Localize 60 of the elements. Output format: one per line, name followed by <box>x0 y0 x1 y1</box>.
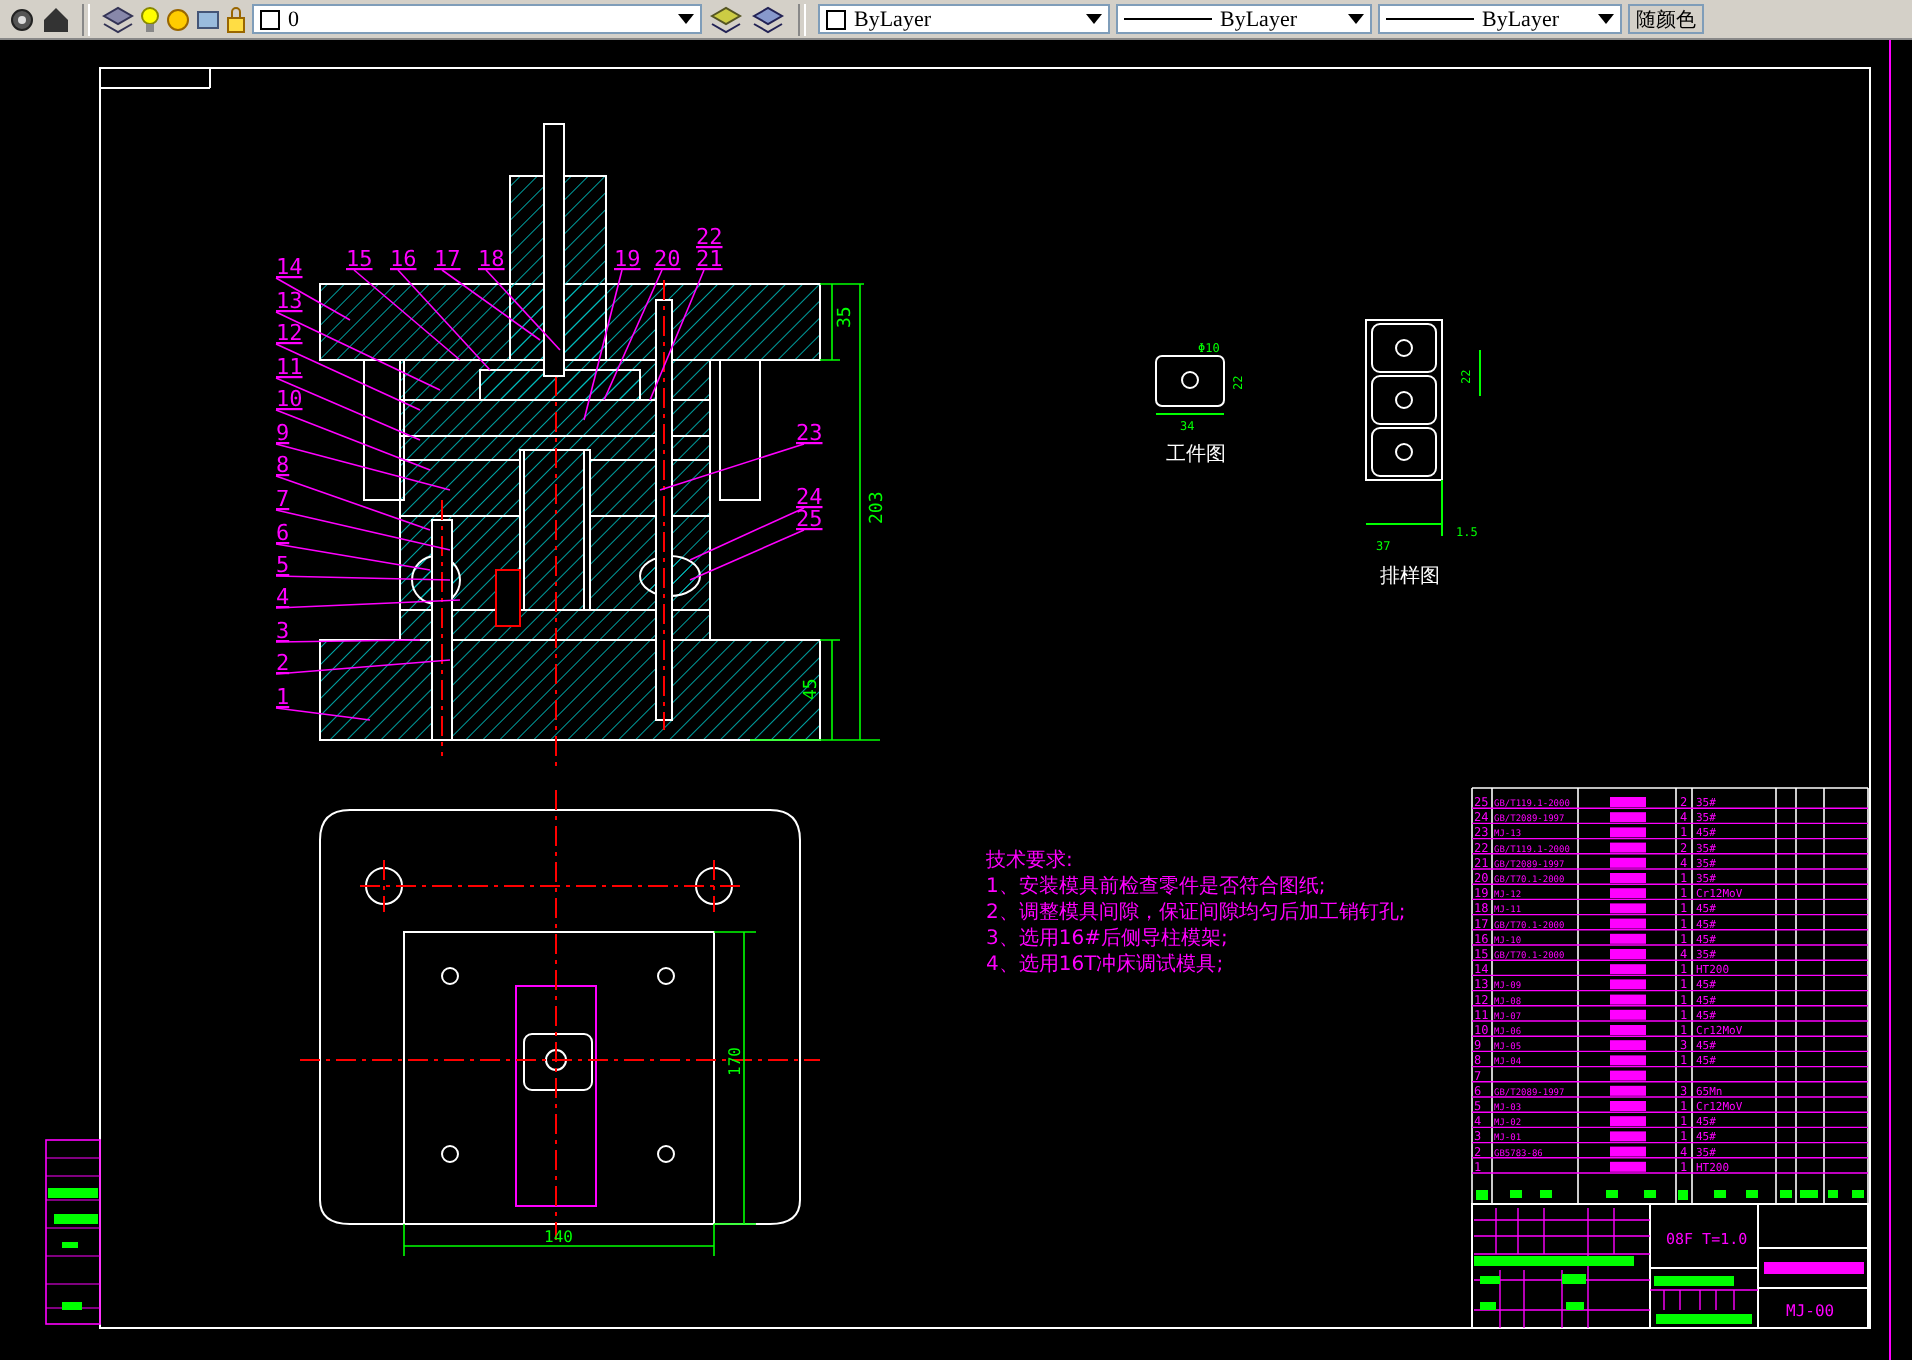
leader-line <box>649 269 705 401</box>
note-text: 1、安装模具前检查零件是否符合图纸; <box>986 876 1326 898</box>
part-number-label: 25 <box>796 506 823 532</box>
sketch-title: 工件图 <box>1166 444 1226 466</box>
dropdown-arrow-icon[interactable] <box>678 14 694 24</box>
sun-icon <box>166 5 190 33</box>
part-number-label: 12 <box>276 320 303 346</box>
lineweight-dropdown[interactable]: ByLayer <box>1378 4 1622 34</box>
dimension-label: 35 <box>836 306 856 328</box>
part-number-label: 4 <box>276 584 290 610</box>
lightbulb-icon <box>140 5 160 33</box>
part-number-label: 13 <box>276 288 303 314</box>
part-number-label: 5 <box>276 552 290 578</box>
part-number-label: 18 <box>478 246 505 272</box>
layer-dropdown[interactable]: 0 <box>252 4 702 34</box>
part-number-label: 10 <box>276 386 303 412</box>
part-number-label: 8 <box>276 452 290 478</box>
part-number-label: 23 <box>796 420 823 446</box>
leader-line <box>485 269 561 351</box>
part-number-label: 15 <box>346 246 373 272</box>
layers-icon[interactable] <box>102 5 134 33</box>
note-text: 2、调整模具间隙，保证间隙均匀后加工销钉孔; <box>986 902 1406 924</box>
dropdown-arrow-icon[interactable] <box>1348 14 1364 24</box>
part-number-label: 9 <box>276 420 290 446</box>
part-number-label: 3 <box>276 618 290 644</box>
part-number-label: 17 <box>434 246 461 272</box>
part-number-label: 16 <box>390 246 417 272</box>
color-dropdown[interactable]: ByLayer <box>818 4 1110 34</box>
dropdown-arrow-icon[interactable] <box>1086 14 1102 24</box>
dimension-label: 170 <box>726 1047 744 1076</box>
dimension-label: 140 <box>544 1228 573 1246</box>
part-number-label: 20 <box>654 246 681 272</box>
layer-stack-icon[interactable] <box>750 5 786 33</box>
linetype-dropdown[interactable]: ByLayer <box>1116 4 1372 34</box>
dimension-label: 45 <box>802 678 822 700</box>
illegible-title-block <box>1764 1262 1864 1274</box>
part-number-label: 21 <box>696 246 723 272</box>
part-sketch-drawing <box>1155 355 1225 415</box>
dropdown-arrow-icon[interactable] <box>1598 14 1614 24</box>
drawing-number: MJ-00 <box>1786 1302 1835 1320</box>
part-number-label: 11 <box>276 354 303 380</box>
sketch-title: 排样图 <box>1380 566 1440 588</box>
note-text: 4、选用16T冲床调试模具; <box>986 954 1224 976</box>
plot-style-dropdown[interactable]: 随颜色 <box>1628 4 1704 34</box>
part-number-label: 24 <box>796 484 823 510</box>
note-text: 3、选用16#后侧导柱模架; <box>986 928 1228 950</box>
dimension-label: 203 <box>868 491 888 524</box>
layer-stack-icon[interactable] <box>708 5 744 33</box>
house-icon[interactable] <box>42 5 70 33</box>
lock-icon <box>226 5 246 33</box>
part-number-label: 1 <box>276 684 290 710</box>
notes-heading: 技术要求: <box>986 850 1073 872</box>
part-number-label: 7 <box>276 486 290 512</box>
part-number-label: 14 <box>276 254 303 280</box>
part-number-label: 22 <box>696 224 723 250</box>
part-number-label: 6 <box>276 520 290 546</box>
leader-line <box>689 529 805 581</box>
gear-icon[interactable] <box>8 5 36 33</box>
part-number-label: 2 <box>276 650 290 676</box>
part-number-label: 19 <box>614 246 641 272</box>
